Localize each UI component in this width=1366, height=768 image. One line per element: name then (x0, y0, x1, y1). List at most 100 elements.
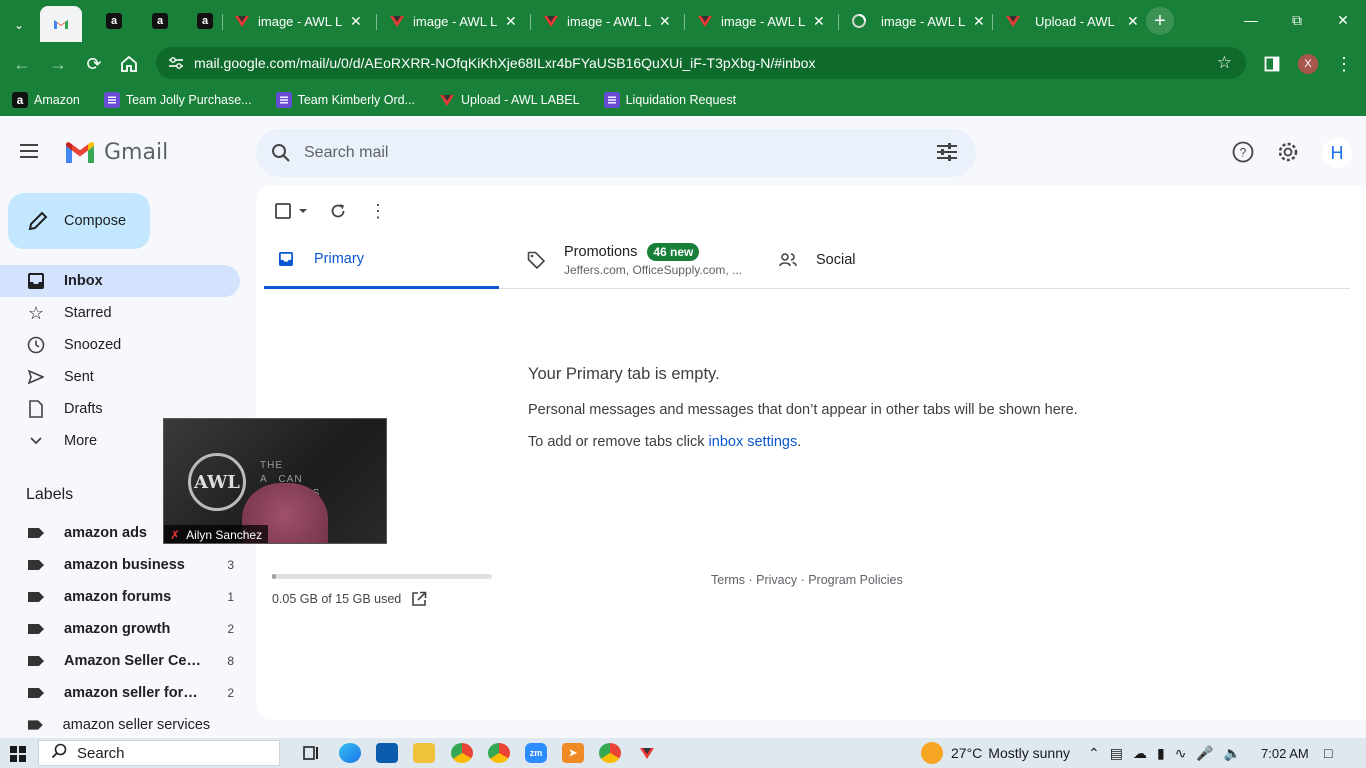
tab-awl-image-3[interactable]: image - AWL LA ✕ (533, 4, 681, 38)
speaker-icon[interactable]: 🔈 (1224, 745, 1241, 762)
refresh-button[interactable] (324, 197, 352, 225)
close-icon[interactable]: ✕ (505, 13, 517, 30)
nav-snoozed[interactable]: Snoozed (0, 329, 240, 361)
battery-icon[interactable]: ▮ (1157, 745, 1165, 762)
label-item[interactable]: amazon business 3 (0, 549, 248, 581)
side-panel-button[interactable] (1258, 50, 1286, 78)
close-window-button[interactable]: ✕ (1320, 0, 1366, 40)
close-icon[interactable]: ✕ (813, 13, 825, 30)
help-button[interactable]: ? (1229, 138, 1257, 166)
nav-inbox[interactable]: Inbox (0, 265, 240, 297)
nav-sent[interactable]: Sent (0, 361, 240, 393)
bookmark-liquidation[interactable]: Liquidation Request (602, 92, 739, 108)
back-button[interactable]: ← (8, 50, 36, 78)
task-view-icon[interactable] (301, 743, 323, 763)
search-options-icon[interactable] (936, 142, 958, 167)
clock[interactable]: 7:02 AM (1261, 738, 1309, 768)
search-bar[interactable] (256, 129, 976, 177)
edge-icon[interactable] (339, 743, 361, 763)
main-menu-button[interactable] (20, 140, 52, 166)
bookmark-amazon[interactable]: a Amazon (10, 92, 82, 108)
chevron-up-icon[interactable]: ⌃ (1088, 745, 1100, 762)
telegram-icon[interactable]: ➤ (562, 743, 584, 763)
bookmark-team-kimberly[interactable]: Team Kimberly Ord... (274, 92, 417, 108)
reload-button[interactable]: ⟳ (80, 50, 108, 78)
close-icon[interactable]: ✕ (659, 13, 671, 30)
weather-widget[interactable]: 27°C Mostly sunny (921, 738, 1070, 768)
settings-button[interactable] (1274, 138, 1302, 166)
bookmark-upload-awl[interactable]: Upload - AWL LABEL (437, 92, 582, 108)
gear-icon (1278, 142, 1298, 162)
awl-app-icon[interactable] (636, 743, 658, 763)
tab-amazon-2[interactable]: a (142, 4, 186, 38)
taskbar-search[interactable]: Search (38, 740, 280, 766)
search-icon[interactable] (270, 142, 292, 164)
close-icon[interactable]: ✕ (973, 13, 985, 30)
bookmark-team-jolly[interactable]: Team Jolly Purchase... (102, 92, 254, 108)
home-icon (121, 55, 137, 72)
search-input[interactable] (304, 144, 904, 162)
restore-button[interactable]: ⧉ (1274, 0, 1320, 40)
onedrive-icon[interactable]: ☁ (1133, 745, 1147, 762)
more-actions-button[interactable]: ⋮ (364, 197, 392, 225)
site-settings-icon[interactable] (166, 56, 186, 70)
tab-awl-image-2[interactable]: image - AWL LA ✕ (379, 4, 527, 38)
chrome-icon[interactable] (451, 743, 473, 763)
chevron-down-icon: ⌄ (14, 18, 25, 32)
label-item[interactable]: amazon growth 2 (0, 613, 248, 645)
account-avatar[interactable]: H (1322, 138, 1352, 168)
tab-awl-image-1[interactable]: image - AWL LA ✕ (224, 4, 372, 38)
minimize-button[interactable]: — (1228, 0, 1274, 40)
close-icon[interactable]: ✕ (1127, 13, 1139, 30)
tab-label: Primary (314, 250, 364, 267)
tab-promotions[interactable]: Promotions 46 new Jeffers.com, OfficeSup… (526, 231, 766, 289)
svg-text:?: ? (1240, 146, 1247, 160)
new-count-badge: 46 new (647, 243, 700, 261)
tab-awl-image-5[interactable]: image - AWL LA ✕ (841, 4, 995, 38)
wifi-icon[interactable]: ∿ (1175, 745, 1187, 762)
file-explorer-icon[interactable] (413, 743, 435, 763)
awl-icon (543, 13, 559, 29)
tab-social[interactable]: Social (778, 231, 1018, 289)
inbox-settings-link[interactable]: inbox settings (709, 434, 798, 450)
store-icon[interactable] (376, 743, 398, 763)
meet-icon[interactable]: ▤ (1110, 745, 1123, 762)
select-all-checkbox[interactable] (272, 197, 312, 225)
microphone-icon[interactable]: 🎤 (1196, 745, 1213, 762)
label-item[interactable]: amazon seller foru... 2 (0, 677, 248, 709)
profile-button[interactable]: X (1294, 50, 1322, 78)
new-tab-button[interactable]: + (1146, 7, 1174, 35)
tab-amazon-1[interactable]: a (96, 4, 140, 38)
chrome-icon[interactable] (488, 743, 510, 763)
external-link-icon[interactable] (411, 591, 427, 607)
close-icon[interactable]: ✕ (350, 13, 362, 30)
notification-icon[interactable]: □ (1324, 738, 1332, 768)
tab-label: image - AWL LA (567, 13, 651, 29)
label-icon (28, 592, 44, 602)
windows-start-icon[interactable] (10, 746, 26, 762)
gmail-logo[interactable]: Gmail (64, 140, 168, 165)
tab-awl-upload[interactable]: Upload - AWL L ✕ (995, 4, 1149, 38)
mail-toolbar: ⋮ (272, 197, 404, 225)
tab-search-button[interactable]: ⌄ (4, 8, 34, 42)
zoom-icon[interactable]: zm (525, 743, 547, 763)
label-item[interactable]: amazon forums 1 (0, 581, 248, 613)
video-call-thumbnail[interactable]: AWL THE A CAN LERS ✗ Ailyn Sanchez (163, 418, 387, 544)
nav-label: Drafts (64, 401, 103, 417)
forward-button[interactable]: → (44, 50, 72, 78)
footer-links[interactable]: Terms · Privacy · Program Policies (711, 573, 903, 587)
home-button[interactable] (115, 50, 143, 78)
browser-menu-button[interactable]: ⋮ (1330, 50, 1358, 78)
label-item[interactable]: Amazon Seller Cen... 8 (0, 645, 248, 677)
label-item[interactable]: amazon seller services (0, 709, 248, 741)
storage-bar (272, 574, 492, 579)
label-icon (28, 688, 44, 698)
nav-starred[interactable]: ☆ Starred (0, 297, 240, 329)
chrome-icon[interactable] (599, 743, 621, 763)
compose-button[interactable]: Compose (8, 193, 150, 249)
tab-primary[interactable]: Primary (264, 231, 499, 289)
tab-awl-image-4[interactable]: image - AWL LA ✕ (687, 4, 835, 38)
tab-gmail[interactable] (40, 6, 82, 42)
bookmark-star-icon[interactable]: ☆ (1217, 53, 1232, 73)
url-field[interactable]: mail.google.com/mail/u/0/d/AEoRXRR-NOfqK… (156, 47, 1246, 79)
